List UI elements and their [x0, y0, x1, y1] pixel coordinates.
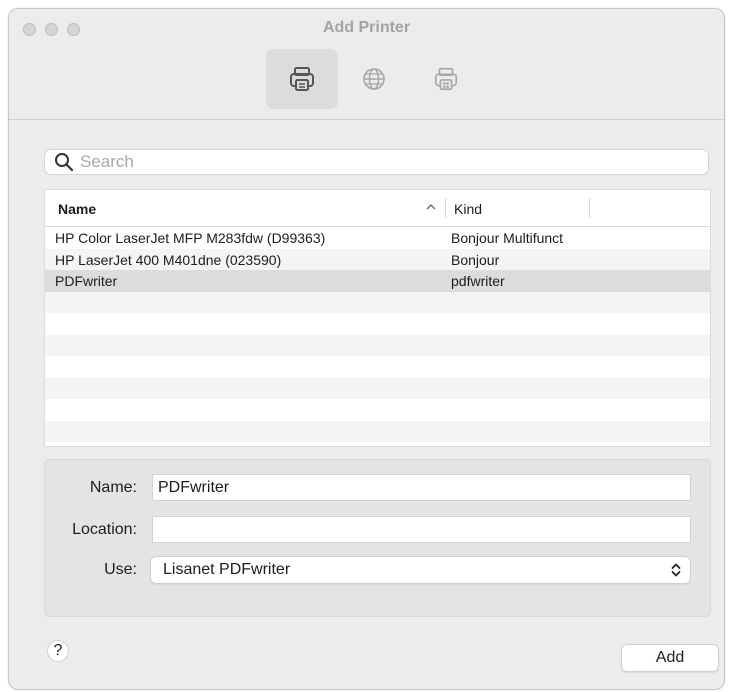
printer-name-cell: PDFwriter — [55, 273, 118, 289]
printer-name-cell: HP Color LaserJet MFP M283fdw (D99363) — [55, 230, 326, 246]
help-button[interactable]: ? — [47, 640, 69, 662]
toolbar-default-printer-button[interactable] — [266, 49, 338, 109]
title-bar: Add Printer — [9, 9, 724, 120]
empty-row — [45, 377, 710, 399]
printer-kind-cell: Bonjour — [451, 251, 500, 268]
column-header-name[interactable]: Name — [58, 201, 96, 217]
name-field[interactable] — [152, 474, 691, 501]
location-field[interactable] — [152, 516, 691, 543]
location-label: Location: — [72, 521, 137, 538]
column-divider[interactable] — [445, 198, 446, 218]
empty-row — [45, 313, 710, 335]
default-printer-icon — [290, 67, 314, 91]
search-input[interactable] — [80, 152, 680, 172]
ip-globe-icon — [363, 68, 385, 90]
toolbar-windows-button[interactable] — [410, 49, 482, 109]
empty-row — [45, 356, 710, 378]
table-header: Name Kind — [45, 190, 710, 227]
empty-row — [45, 334, 710, 356]
table-body: HP Color LaserJet MFP M283fdw (D99363) B… — [45, 227, 710, 446]
empty-row — [45, 399, 710, 421]
empty-row — [45, 420, 710, 442]
add-button[interactable]: Add — [621, 644, 719, 672]
name-label: Name: — [89, 479, 137, 496]
add-printer-window: Add Printer Search Name Kind HP Color La… — [8, 8, 725, 690]
search-icon — [55, 153, 74, 172]
use-driver-select[interactable]: Lisanet PDFwriter — [150, 556, 691, 584]
table-row-selected[interactable]: PDFwriter pdfwriter — [45, 270, 710, 292]
chevron-updown-icon — [671, 563, 681, 577]
printer-kind-cell: pdfwriter — [451, 273, 505, 289]
printer-kind-cell: Bonjour Multifunct — [451, 230, 564, 246]
empty-row — [45, 442, 710, 446]
search-field[interactable] — [44, 149, 709, 175]
window-title: Add Printer — [322, 19, 411, 36]
toolbar-ip-button[interactable] — [338, 49, 410, 109]
table-row[interactable]: HP Color LaserJet MFP M283fdw (D99363) B… — [45, 227, 710, 249]
printer-details-panel: Name: Location: Use: Lisanet PDFwriter — [44, 459, 711, 617]
windows-printer-icon — [434, 67, 458, 91]
table-row[interactable]: HP LaserJet 400 M401dne (023590) Bonjour — [45, 248, 710, 270]
sort-ascending-icon — [426, 204, 436, 210]
printer-name-cell: HP LaserJet 400 M401dne (023590) — [55, 251, 282, 268]
use-label: Use: — [104, 561, 137, 578]
printer-list: Name Kind HP Color LaserJet MFP M283fdw … — [44, 189, 711, 447]
column-divider[interactable] — [589, 198, 590, 218]
empty-row — [45, 291, 710, 313]
column-header-kind[interactable]: Kind — [454, 201, 482, 217]
use-driver-value: Lisanet PDFwriter — [163, 561, 291, 578]
